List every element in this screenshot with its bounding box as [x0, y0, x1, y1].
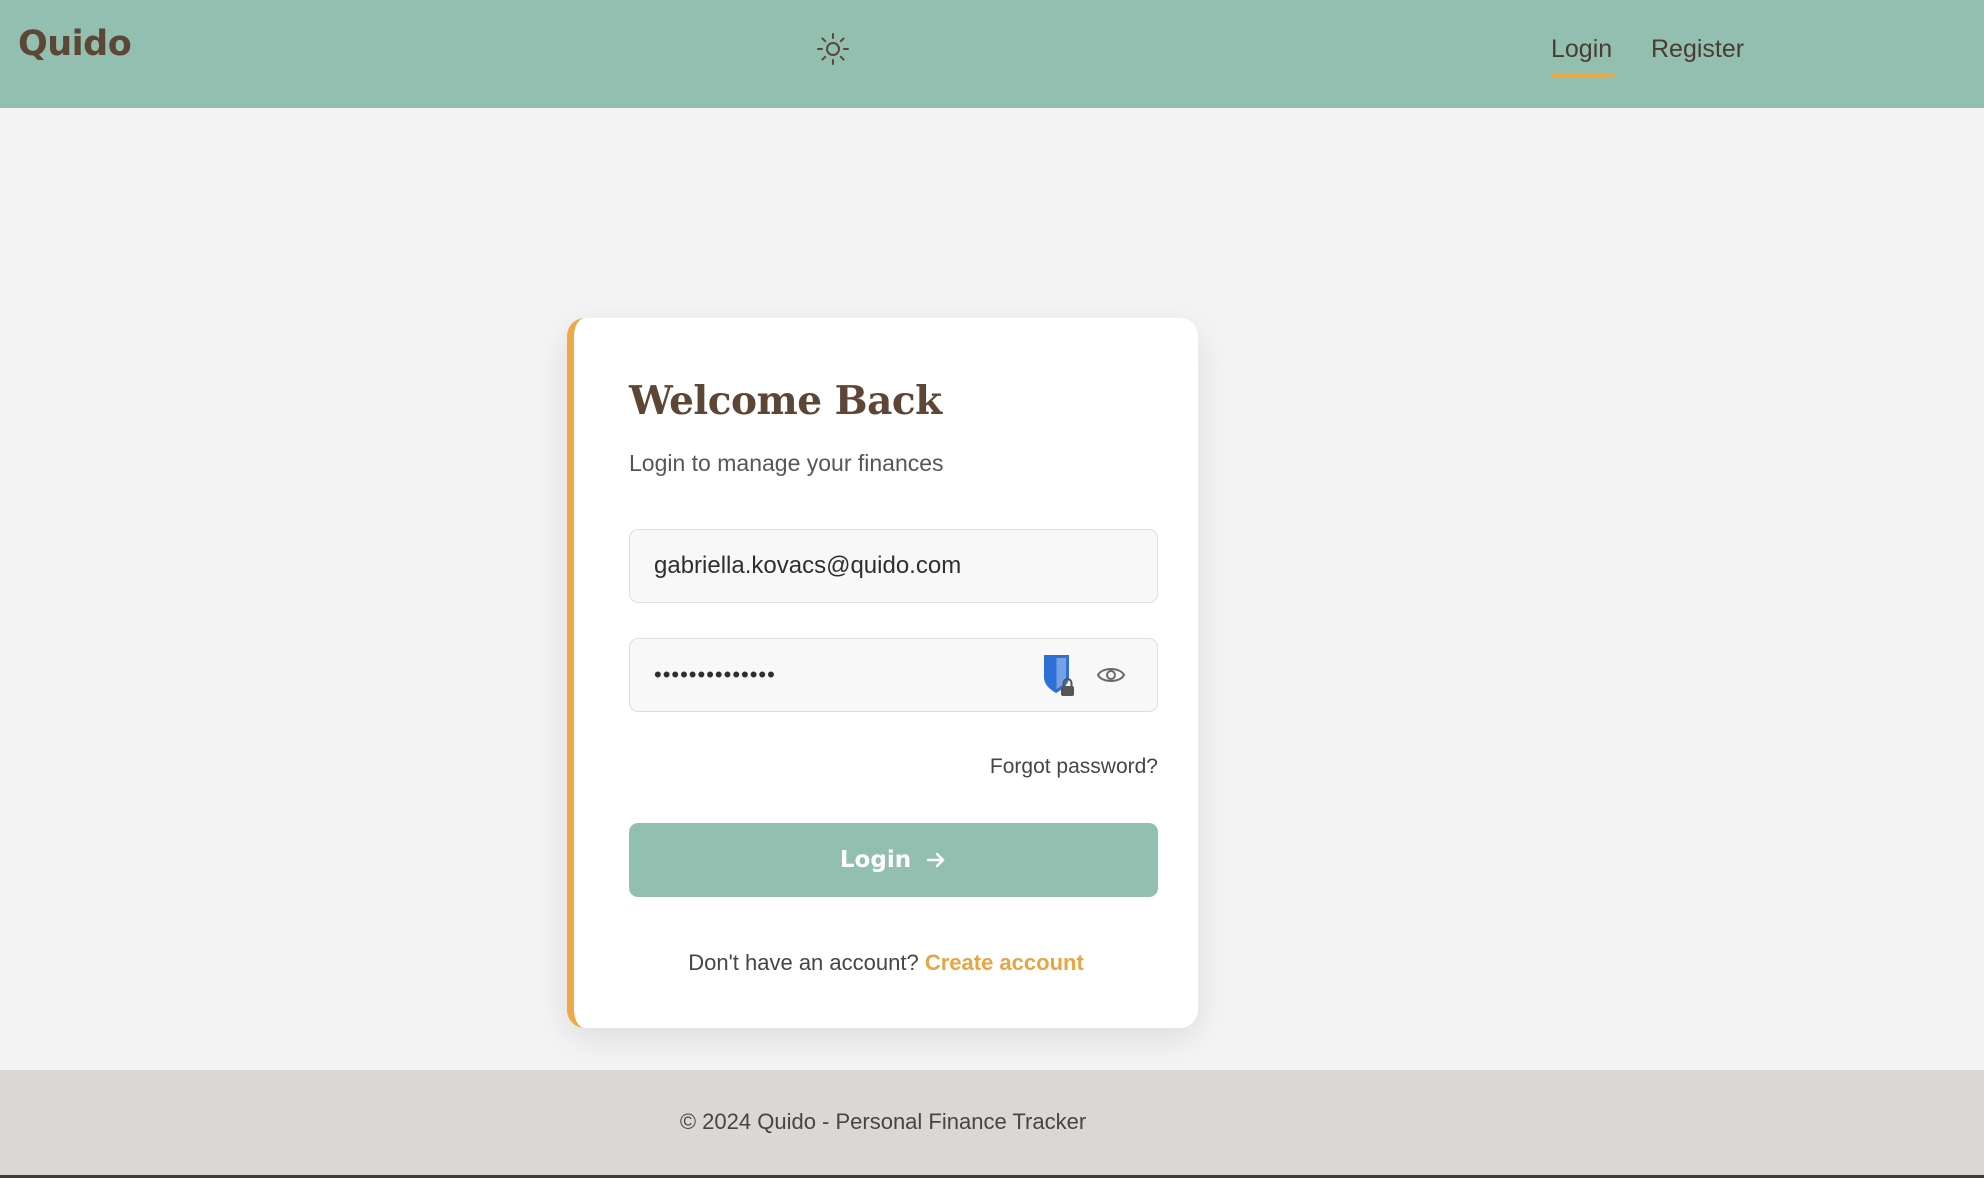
login-button-label: Login: [839, 847, 912, 873]
email-field: [629, 529, 1158, 603]
card-subtitle: Login to manage your finances: [629, 450, 944, 476]
email-input[interactable]: [654, 530, 1134, 602]
theme-toggle-button[interactable]: [814, 30, 852, 68]
arrow-right-icon: [926, 852, 945, 868]
brand-logo[interactable]: Quido: [18, 24, 132, 64]
login-card: Welcome Back Login to manage your financ…: [567, 318, 1198, 1028]
nav-link-register[interactable]: Register: [1651, 34, 1744, 64]
main-content: Welcome Back Login to manage your financ…: [0, 108, 1984, 1070]
signup-prompt: Don't have an account? Create account: [574, 950, 1198, 976]
forgot-password-link[interactable]: Forgot password?: [990, 755, 1158, 779]
login-button[interactable]: Login: [629, 823, 1158, 897]
footer: © 2024 Quido - Personal Finance Tracker: [0, 1070, 1984, 1175]
card-title: Welcome Back: [629, 378, 942, 424]
password-manager-shield-icon[interactable]: [1041, 653, 1077, 697]
sun-icon: [817, 33, 849, 65]
signup-prompt-text: Don't have an account?: [688, 950, 919, 975]
password-input[interactable]: [654, 639, 1034, 711]
create-account-link[interactable]: Create account: [925, 950, 1084, 975]
footer-text: © 2024 Quido - Personal Finance Tracker: [679, 1109, 1087, 1134]
nav-link-login[interactable]: Login: [1551, 34, 1612, 64]
active-nav-indicator: [1551, 73, 1615, 77]
eye-icon[interactable]: [1096, 662, 1126, 688]
navbar: Quido Login Register: [0, 0, 1984, 108]
password-field: [629, 638, 1158, 712]
